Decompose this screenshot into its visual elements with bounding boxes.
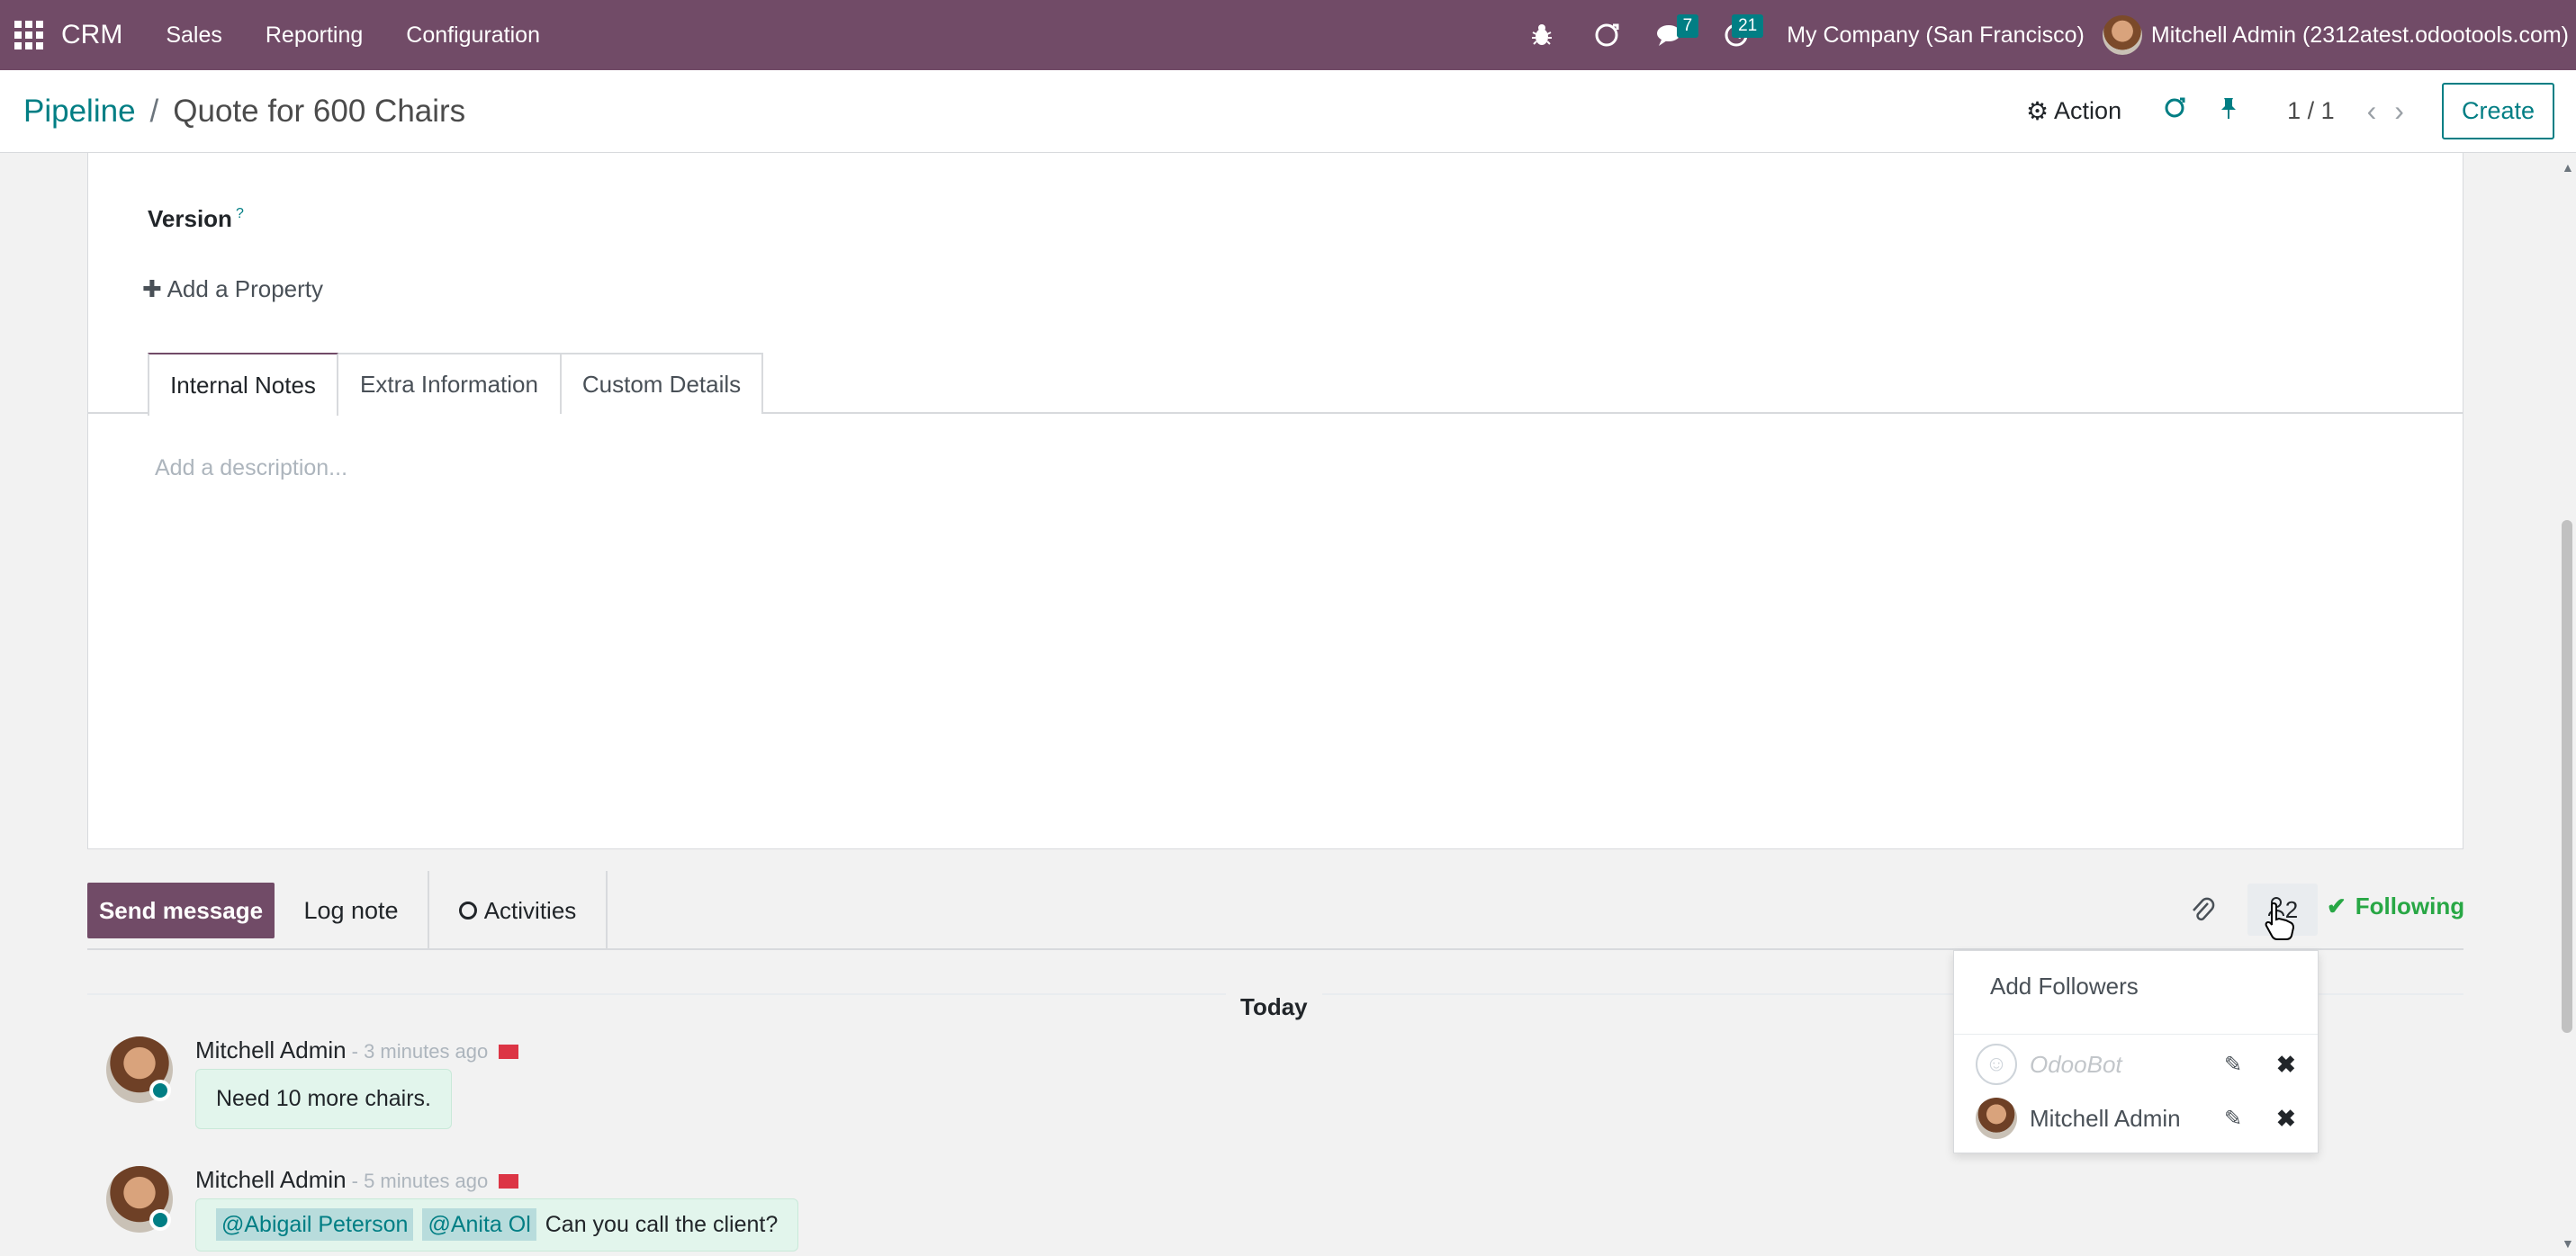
activities-clock-icon[interactable]: 21	[1704, 0, 1769, 70]
envelope-icon	[499, 1045, 519, 1060]
add-property-label: Add a Property	[167, 275, 324, 302]
odoobot-avatar-icon: ☺	[1976, 1044, 2017, 1085]
pager-previous-icon[interactable]: ‹	[2367, 94, 2377, 128]
mention-tag[interactable]: @Anita Ol	[422, 1208, 536, 1241]
scroll-up-arrow-icon[interactable]: ▲	[2562, 160, 2574, 175]
pin-icon[interactable]	[2219, 96, 2238, 126]
company-switcher[interactable]: My Company (San Francisco)	[1769, 22, 2103, 49]
tab-internal-notes[interactable]: Internal Notes	[148, 353, 338, 416]
user-avatar	[2102, 15, 2142, 55]
activities-badge: 21	[1732, 14, 1764, 38]
send-message-button[interactable]: Send message	[87, 883, 275, 938]
activities-label: Activities	[483, 896, 577, 924]
pencil-icon[interactable]: ✎	[2224, 1052, 2242, 1078]
message-time: - 5 minutes ago	[351, 1170, 489, 1192]
chatter-toolbar: Send message Log note Activities 2 ✔ Fol…	[87, 871, 2464, 950]
add-followers-button[interactable]: Add Followers	[1990, 973, 2139, 1000]
message-text: Can you call the client?	[545, 1212, 779, 1237]
follower-item[interactable]: Mitchell Admin ✎ ✖	[1954, 1093, 2318, 1144]
refresh-record-icon[interactable]	[2163, 96, 2186, 126]
version-label-text: Version	[148, 205, 232, 232]
version-field-label: Version?	[148, 205, 244, 233]
pager-value[interactable]: 1 / 1	[2287, 97, 2335, 125]
following-button[interactable]: ✔ Following	[2327, 893, 2464, 920]
menu-configuration[interactable]: Configuration	[384, 0, 562, 70]
control-panel: Pipeline / Quote for 600 Chairs ⚙ Action…	[0, 70, 2576, 153]
breadcrumb-separator: /	[149, 93, 159, 129]
pager-next-icon[interactable]: ›	[2394, 94, 2404, 128]
menu-reporting[interactable]: Reporting	[244, 0, 384, 70]
action-label: Action	[2054, 97, 2122, 124]
mention-tag[interactable]: @Abigail Peterson	[216, 1208, 414, 1241]
online-status-icon	[149, 1080, 171, 1101]
top-navbar: CRM Sales Reporting Configuration 7 21 M…	[0, 0, 2576, 70]
app-brand[interactable]: CRM	[61, 20, 122, 50]
tab-custom-details[interactable]: Custom Details	[562, 353, 763, 414]
tab-extra-information[interactable]: Extra Information	[338, 353, 562, 414]
chatter-message: Mitchell Admin - 5 minutes ago @Abigail P…	[106, 1166, 1366, 1256]
scroll-down-arrow-icon[interactable]: ▼	[2562, 1236, 2574, 1251]
activities-button[interactable]: Activities	[428, 871, 608, 950]
follower-item[interactable]: ☺ OdooBot ✎ ✖	[1954, 1039, 2318, 1090]
message-time: - 3 minutes ago	[351, 1040, 489, 1063]
clock-icon	[458, 902, 477, 920]
page-title: Quote for 600 Chairs	[173, 93, 466, 129]
action-menu-button[interactable]: ⚙ Action	[2026, 96, 2121, 126]
breadcrumb: Pipeline / Quote for 600 Chairs	[0, 94, 465, 130]
messages-icon[interactable]: 7	[1639, 0, 1704, 70]
followers-dropdown: Add Followers ☺ OdooBot ✎ ✖ Mitchell Adm…	[1953, 950, 2319, 1153]
create-button[interactable]: Create	[2441, 83, 2554, 139]
remove-follower-icon[interactable]: ✖	[2276, 1105, 2296, 1133]
follower-name: OdooBot	[2030, 1050, 2122, 1078]
help-tooltip-icon[interactable]: ?	[236, 206, 244, 221]
date-separator: Today	[1226, 990, 1322, 1025]
following-label: Following	[2355, 893, 2465, 920]
user-name: Mitchell Admin (2312atest.odootools.com)	[2150, 22, 2569, 48]
online-status-icon	[149, 1209, 171, 1231]
envelope-icon	[499, 1174, 519, 1189]
form-tabs: Internal Notes Extra Information Custom …	[88, 353, 2463, 416]
follower-avatar	[1976, 1098, 2017, 1139]
remove-follower-icon[interactable]: ✖	[2276, 1051, 2296, 1079]
message-body: @Abigail Peterson @Anita Ol Can you call t…	[195, 1198, 799, 1252]
refresh-icon[interactable]	[1574, 0, 1639, 70]
add-property-button[interactable]: ✚ Add a Property	[142, 275, 323, 303]
message-header: Mitchell Admin - 3 minutes ago	[195, 1036, 519, 1064]
pencil-icon[interactable]: ✎	[2224, 1106, 2242, 1132]
gear-icon: ⚙	[2025, 97, 2049, 125]
form-sheet: Version? ✚ Add a Property Internal Notes…	[87, 153, 2463, 849]
message-body: Need 10 more chairs.	[195, 1069, 453, 1129]
dropdown-divider	[1954, 1034, 2318, 1035]
follower-name: Mitchell Admin	[2030, 1104, 2181, 1132]
menu-sales[interactable]: Sales	[144, 0, 244, 70]
breadcrumb-pipeline-link[interactable]: Pipeline	[23, 94, 136, 130]
message-author[interactable]: Mitchell Admin	[195, 1036, 347, 1063]
user-menu[interactable]: Mitchell Admin (2312atest.odootools.com)	[2102, 15, 2576, 55]
message-author[interactable]: Mitchell Admin	[195, 1166, 347, 1193]
chatter-message: Mitchell Admin - 3 minutes ago Need 10 mo…	[106, 1036, 1366, 1153]
page-scrollbar[interactable]: ▲ ▼	[2558, 153, 2576, 1256]
description-input[interactable]: Add a description...	[155, 455, 347, 481]
plus-icon: ✚	[142, 275, 162, 302]
debug-bug-icon[interactable]	[1509, 0, 1574, 70]
log-note-button[interactable]: Log note	[275, 883, 428, 938]
messages-badge: 7	[1676, 14, 1699, 38]
message-header: Mitchell Admin - 5 minutes ago	[195, 1166, 519, 1194]
apps-menu-icon[interactable]	[0, 0, 58, 70]
scrollbar-thumb[interactable]	[2562, 520, 2572, 1033]
paperclip-icon[interactable]	[2190, 896, 2215, 932]
check-icon: ✔	[2327, 893, 2346, 920]
